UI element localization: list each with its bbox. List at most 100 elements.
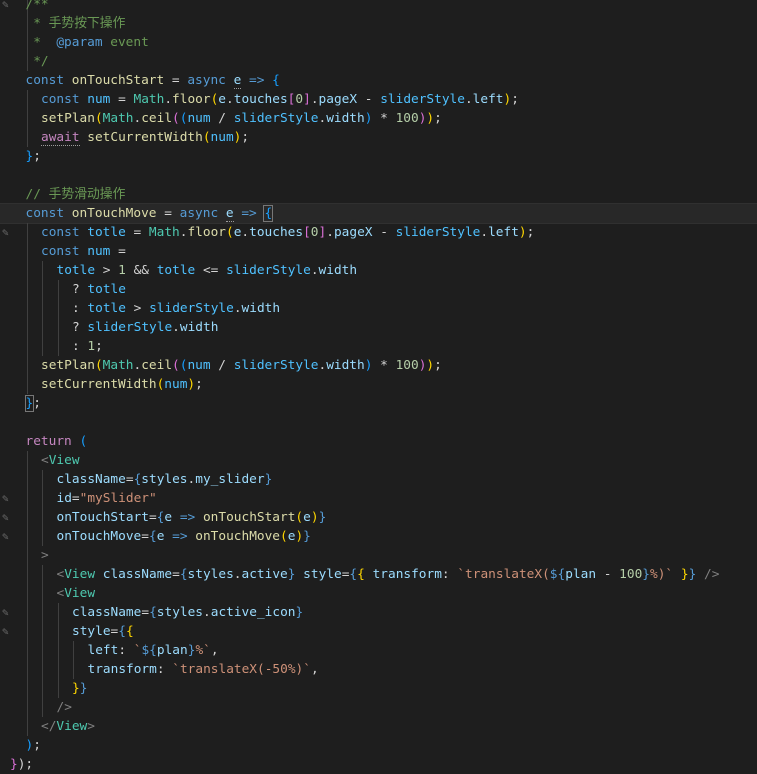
code-token: width bbox=[241, 301, 281, 316]
code-token: View bbox=[64, 586, 96, 601]
indent-guide bbox=[26, 565, 28, 584]
code-token: async bbox=[187, 73, 226, 88]
indent-guide bbox=[26, 128, 28, 147]
code-line[interactable] bbox=[0, 166, 757, 185]
code-token: style bbox=[303, 567, 342, 582]
indent-guide bbox=[42, 679, 43, 698]
indent-guide bbox=[26, 356, 28, 375]
code-token: ( bbox=[172, 358, 180, 373]
indent-guide bbox=[42, 299, 43, 318]
gutter-mark-icon: ✎ bbox=[2, 0, 9, 11]
code-line[interactable]: /> bbox=[0, 698, 757, 717]
code-token: ; bbox=[434, 358, 442, 373]
code-token: { bbox=[118, 624, 126, 639]
code-line[interactable]: // 手势滑动操作 bbox=[0, 185, 757, 204]
code-token: left bbox=[87, 643, 119, 658]
code-line[interactable]: left: `${plan}%`, bbox=[0, 641, 757, 660]
code-token: ceil bbox=[141, 358, 173, 373]
code-line[interactable]: <View bbox=[0, 451, 757, 470]
code-token: . bbox=[480, 225, 489, 240]
code-line[interactable]: }; bbox=[0, 394, 757, 413]
code-line[interactable]: ); bbox=[0, 736, 757, 755]
code-line[interactable]: const onTouchMove = async e => { bbox=[0, 203, 757, 224]
code-line[interactable]: ✎ id="mySlider" bbox=[0, 489, 757, 508]
code-text: <View bbox=[57, 584, 96, 603]
code-token: onTouchStart bbox=[71, 73, 165, 88]
code-line[interactable]: <View bbox=[0, 584, 757, 603]
code-line[interactable]: : 1; bbox=[0, 337, 757, 356]
code-line[interactable]: ✎ onTouchMove={e => onTouchMove(e)} bbox=[0, 527, 757, 546]
code-token: } bbox=[264, 472, 273, 487]
code-line[interactable]: const num = bbox=[0, 242, 757, 261]
code-line[interactable]: * 手势按下操作 bbox=[0, 14, 757, 33]
code-token: sliderStyle bbox=[226, 263, 311, 278]
code-line[interactable]: const onTouchStart = async e => { bbox=[0, 71, 757, 90]
code-token: styles bbox=[187, 567, 234, 582]
code-line[interactable]: */ bbox=[0, 52, 757, 71]
code-line[interactable]: ✎ /** bbox=[0, 0, 757, 14]
code-line[interactable] bbox=[0, 413, 757, 432]
code-text: </View> bbox=[41, 717, 95, 736]
code-token: */ bbox=[25, 54, 49, 69]
code-line[interactable]: className={styles.my_slider} bbox=[0, 470, 757, 489]
code-line[interactable]: ? sliderStyle.width bbox=[0, 318, 757, 337]
code-line[interactable]: setPlan(Math.ceil((num / sliderStyle.wid… bbox=[0, 356, 757, 375]
indent-guide bbox=[26, 603, 28, 622]
code-line[interactable]: </View> bbox=[0, 717, 757, 736]
code-line[interactable]: setCurrentWidth(num); bbox=[0, 375, 757, 394]
indent-guide bbox=[42, 660, 43, 679]
code-token: `translateX( bbox=[457, 567, 550, 582]
indent-guide bbox=[57, 679, 59, 698]
code-token: className bbox=[102, 567, 173, 582]
code-token: = bbox=[110, 92, 134, 107]
code-line[interactable]: }; bbox=[0, 147, 757, 166]
indent-guide bbox=[42, 641, 43, 660]
indent-guide bbox=[26, 451, 28, 470]
code-text: setPlan(Math.ceil((num / sliderStyle.wid… bbox=[41, 109, 442, 128]
code-line[interactable]: : totle > sliderStyle.width bbox=[0, 299, 757, 318]
code-token: = bbox=[164, 73, 188, 88]
code-token: } bbox=[680, 567, 689, 582]
code-line[interactable]: setPlan(Math.ceil((num / sliderStyle.wid… bbox=[0, 109, 757, 128]
code-line[interactable]: ? totle bbox=[0, 280, 757, 299]
code-token: ${ bbox=[141, 643, 157, 658]
code-line[interactable]: ✎ onTouchStart={e => onTouchStart(e)} bbox=[0, 508, 757, 527]
code-line[interactable]: ✎ const totle = Math.floor(e.touches[0].p… bbox=[0, 223, 757, 242]
code-text: totle > 1 && totle <= sliderStyle.width bbox=[57, 261, 358, 280]
indent-guide bbox=[42, 261, 43, 280]
indent-guide bbox=[26, 698, 28, 717]
code-text: transform: `translateX(-50%)`, bbox=[88, 660, 319, 679]
code-token: ; bbox=[33, 396, 41, 411]
code-line[interactable]: }} bbox=[0, 679, 757, 698]
code-token: `translateX(-50%)` bbox=[172, 662, 311, 677]
indent-guide bbox=[42, 584, 43, 603]
code-line[interactable]: ✎ style={{ bbox=[0, 622, 757, 641]
code-line[interactable]: ✎ className={styles.active_icon} bbox=[0, 603, 757, 622]
code-line[interactable]: const num = Math.floor(e.touches[0].page… bbox=[0, 90, 757, 109]
code-line[interactable]: <View className={styles.active} style={{… bbox=[0, 565, 757, 584]
code-token: Math bbox=[102, 111, 134, 126]
indent-guide bbox=[26, 261, 28, 280]
code-token: e bbox=[164, 510, 173, 525]
code-token: Math bbox=[133, 92, 165, 107]
code-token: pageX bbox=[333, 225, 373, 240]
code-token: - bbox=[357, 92, 381, 107]
code-line[interactable]: totle > 1 && totle <= sliderStyle.width bbox=[0, 261, 757, 280]
code-line[interactable]: transform: `translateX(-50%)`, bbox=[0, 660, 757, 679]
gutter-mark-icon: ✎ bbox=[2, 606, 9, 619]
code-token: num bbox=[164, 377, 188, 392]
code-line[interactable]: * @param event bbox=[0, 33, 757, 52]
code-line[interactable]: await setCurrentWidth(num); bbox=[0, 128, 757, 147]
code-line[interactable]: > bbox=[0, 546, 757, 565]
code-editor[interactable]: ✎/** * 手势按下操作 * @param event */ const onT… bbox=[0, 0, 757, 772]
code-token: View bbox=[56, 719, 88, 734]
code-line[interactable]: return ( bbox=[0, 432, 757, 451]
code-token: } bbox=[72, 681, 80, 696]
code-token: totle bbox=[87, 225, 126, 240]
code-token: ; bbox=[241, 130, 250, 145]
code-token: pageX bbox=[318, 92, 358, 107]
